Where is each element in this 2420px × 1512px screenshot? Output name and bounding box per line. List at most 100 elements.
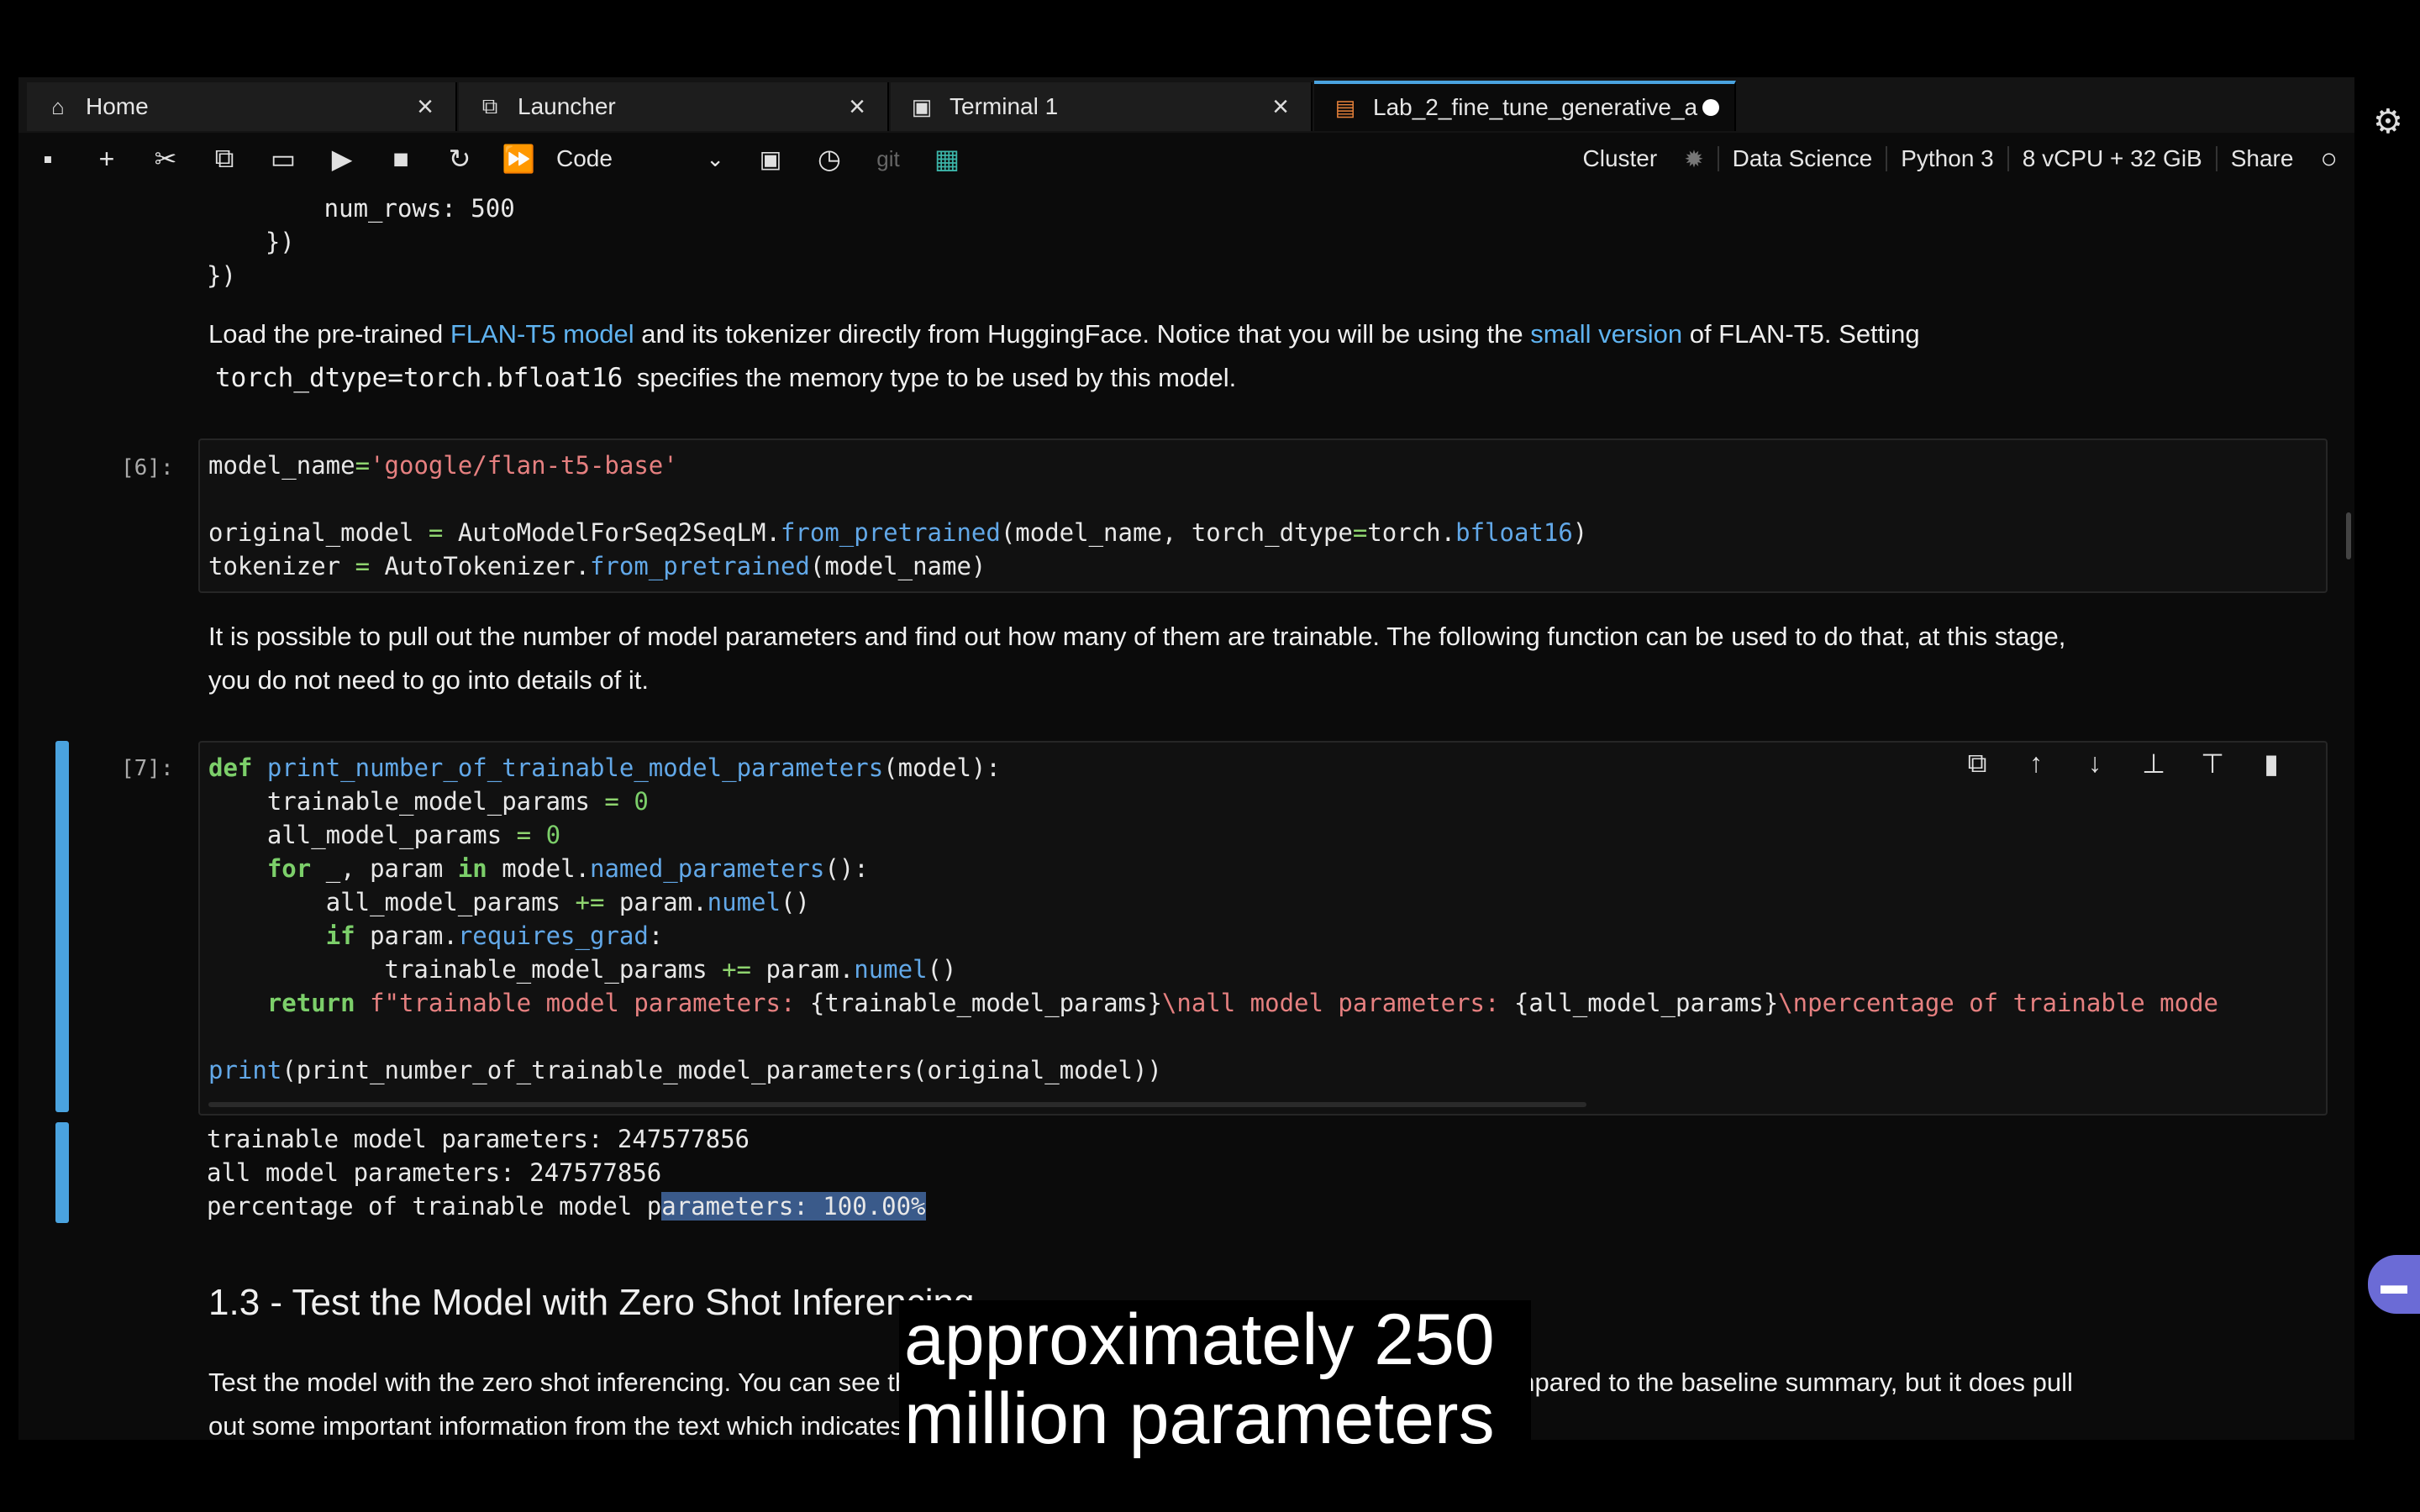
token: def (208, 753, 253, 782)
token: ) (1572, 518, 1588, 547)
code-line: return f"trainable model parameters: {tr… (208, 986, 2218, 1020)
token: numel (707, 888, 781, 916)
tab-home[interactable]: ⌂ Home × (27, 82, 457, 131)
code-editor[interactable]: model_name='google/flan-t5-base' origina… (208, 449, 1587, 583)
chevron-down-icon: ⌄ (706, 145, 724, 171)
cell-type-select[interactable]: Code ⌄ (556, 145, 741, 172)
token: bfloat16 (1455, 518, 1573, 547)
kernel-status-icon: ○ (2320, 142, 2338, 175)
text: specifies the memory type to be used by … (629, 363, 1237, 392)
code-cell-active[interactable]: ⧉ ↑ ↓ ⊥ ⊤ ▮ def print_number_of_trainabl… (198, 741, 2328, 1116)
token: param. (370, 921, 458, 950)
share-button[interactable]: Share (2217, 145, 2307, 172)
git-icon[interactable]: git (859, 133, 918, 185)
section-heading: 1.3 - Test the Model with Zero Shot Infe… (208, 1282, 975, 1323)
code-editor[interactable]: def print_number_of_trainable_model_para… (208, 751, 2218, 1087)
token: AutoTokenizer. (384, 552, 590, 580)
token: if (325, 921, 355, 950)
text: Load the pre-trained (208, 319, 450, 349)
notebook-icon: ▤ (1334, 94, 1356, 120)
run-icon[interactable]: ▶ (313, 133, 371, 185)
copy-icon[interactable]: ⧉ (195, 133, 254, 185)
restart-icon[interactable]: ↻ (430, 133, 489, 185)
output-line: }) (207, 261, 236, 290)
token: tokenizer (208, 552, 341, 580)
clock-icon[interactable]: ◷ (800, 133, 859, 185)
token: in (457, 854, 487, 883)
code-line: trainable_model_params = 0 (208, 785, 2218, 818)
cut-icon[interactable]: ✂ (136, 133, 195, 185)
settings-gear-icon[interactable]: ⚙ (2373, 102, 2403, 141)
markdown-line: It is possible to pull out the number of… (208, 622, 2066, 651)
token: += (707, 955, 766, 984)
token: numel (854, 955, 928, 984)
save-icon[interactable]: ▪ (18, 133, 77, 185)
delete-icon[interactable]: ▮ (2242, 748, 2301, 780)
tab-launcher[interactable]: ⧉ Launcher × (459, 82, 889, 131)
output-selection-bar[interactable] (55, 1122, 69, 1223)
tab-label: Home (86, 93, 149, 119)
token: param. (765, 955, 855, 984)
tab-label: Terminal 1 (950, 93, 1059, 119)
cell-type-value: Code (556, 145, 613, 171)
toolbar-right: Cluster ✹ Data Science Python 3 8 vCPU +… (1570, 133, 2355, 185)
token: torch. (1367, 518, 1456, 547)
image-label[interactable]: Data Science (1719, 145, 1886, 172)
token: () (780, 888, 810, 916)
code-line: all_model_params = 0 (208, 818, 2218, 852)
token: = (502, 821, 546, 849)
paste-icon[interactable]: ▭ (254, 133, 313, 185)
token: = (589, 787, 634, 816)
kernel-label[interactable]: Python 3 (1887, 145, 2007, 172)
markdown-line: you do not need to go into details of it… (208, 665, 649, 695)
stop-icon[interactable]: ■ (371, 133, 430, 185)
output-line: trainable model parameters: 247577856 (207, 1125, 750, 1153)
token: \npercentage of trainable mode (1778, 989, 2219, 1017)
token: += (560, 888, 619, 916)
token: (print_number_of_trainable_model_paramet… (281, 1056, 1162, 1084)
vertical-scrollbar[interactable] (2346, 512, 2351, 559)
token: requires_grad (457, 921, 649, 950)
code-line: tokenizer = AutoTokenizer.from_pretraine… (208, 549, 1587, 583)
token: \nall model parameters: (1161, 989, 1514, 1017)
inline-code: torch_dtype=torch.bfloat16 (215, 363, 623, 393)
tab-terminal[interactable]: ▣ Terminal 1 × (891, 82, 1313, 131)
flan-t5-link[interactable]: FLAN-T5 model (450, 319, 634, 349)
token: = (355, 451, 371, 480)
token: : (648, 921, 664, 950)
token: (model): (883, 753, 1001, 782)
chat-icon[interactable]: ▬ (2368, 1255, 2420, 1314)
bug-icon[interactable]: ✹ (1670, 145, 1717, 173)
instance-label[interactable]: 8 vCPU + 32 GiB (2009, 145, 2216, 172)
unsaved-dot-icon[interactable] (1702, 99, 1719, 116)
close-icon[interactable]: × (417, 91, 434, 123)
close-icon[interactable]: × (849, 91, 865, 123)
token: (): (824, 854, 869, 883)
markdown-cell: Load the pre-trained FLAN-T5 model and i… (208, 312, 2309, 400)
tab-notebook[interactable]: ▤ Lab_2_fine_tune_generative_a (1314, 81, 1736, 131)
terminal-launch-icon[interactable]: ▣ (741, 133, 800, 185)
code-line: model_name='google/flan-t5-base' (208, 449, 1587, 482)
close-icon[interactable]: × (1272, 91, 1289, 123)
token: all_model_params (266, 821, 502, 849)
text: percentage of trainable model p (207, 1192, 662, 1221)
code-cell[interactable]: model_name='google/flan-t5-base' origina… (198, 438, 2328, 593)
token: (model_name) (809, 552, 986, 580)
horizontal-scrollbar[interactable] (208, 1102, 1586, 1107)
small-version-link[interactable]: small version (1530, 319, 1682, 349)
schedule-icon[interactable]: ▦ (918, 133, 976, 185)
video-frame: ⌂ Home × ⧉ Launcher × ▣ Terminal 1 × ▤ L… (0, 0, 2420, 1512)
output-line: num_rows: 500 (207, 194, 515, 223)
token: param. (618, 888, 708, 916)
tab-bar: ⌂ Home × ⧉ Launcher × ▣ Terminal 1 × ▤ L… (18, 77, 2354, 134)
add-cell-icon[interactable]: + (77, 133, 136, 185)
subtitle-line: million parameters (904, 1378, 1495, 1459)
run-all-icon[interactable]: ⏩ (489, 133, 548, 185)
token: 'google/flan-t5-base' (370, 451, 678, 480)
cluster-label[interactable]: Cluster (1570, 145, 1671, 172)
text: and its tokenizer directly from HuggingF… (634, 319, 1531, 349)
output-line: }) (207, 228, 295, 256)
cell-selection-bar[interactable] (55, 741, 69, 1112)
